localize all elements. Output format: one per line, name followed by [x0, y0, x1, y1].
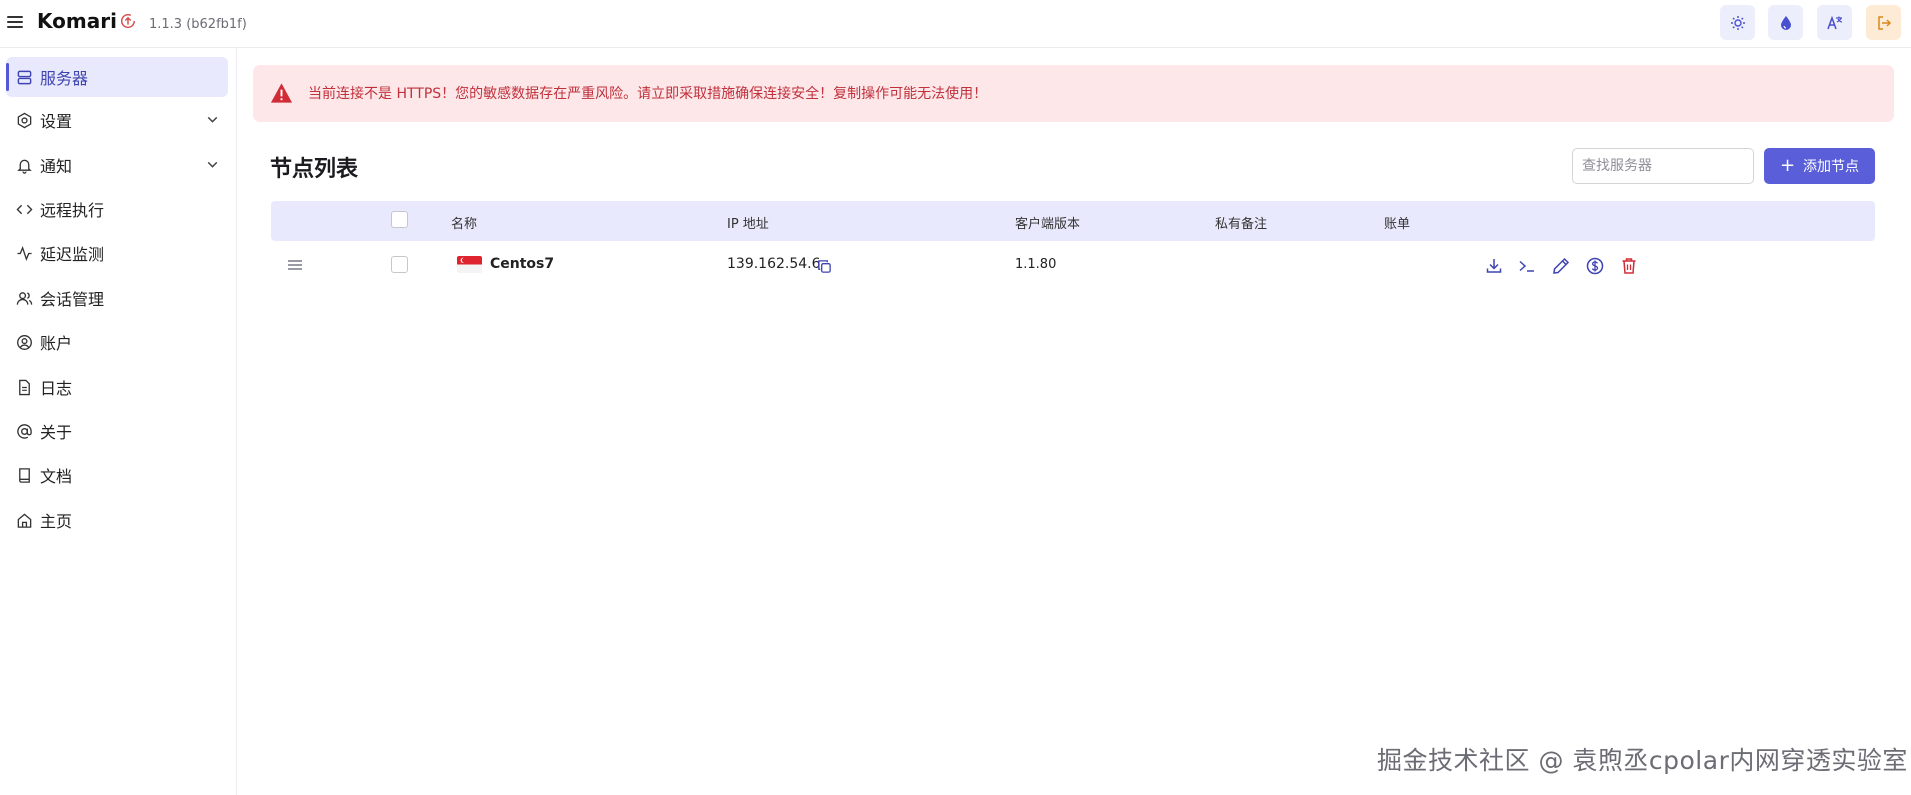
node-name[interactable]: Centos7 [490, 256, 554, 272]
users-icon [16, 291, 33, 305]
drag-handle-icon[interactable] [288, 260, 302, 272]
sidebar-item-latency[interactable]: 延迟监测 [6, 233, 228, 273]
book-icon [19, 467, 30, 483]
sidebar-item-account[interactable]: 账户 [6, 322, 228, 362]
color-drop-icon [1780, 15, 1791, 30]
download-icon[interactable] [1484, 256, 1504, 276]
column-ip: IP 地址 [727, 217, 769, 232]
logout-button[interactable] [1866, 5, 1901, 40]
server-icon [17, 70, 32, 84]
activity-icon [17, 245, 32, 261]
at-icon [17, 423, 32, 439]
row-checkbox[interactable] [391, 256, 408, 273]
sidebar-item-label: 主页 [40, 512, 73, 531]
bell-icon [17, 159, 32, 174]
sidebar-item-home[interactable]: 主页 [6, 500, 228, 540]
table-header: 名称 IP 地址 客户端版本 私有备注 账单 [271, 201, 1875, 241]
node-ip: 139.162.54.6 [727, 256, 821, 272]
theme-toggle-button[interactable] [1720, 5, 1755, 40]
table-row: Centos7 139.162.54.6 1.1.80 [271, 245, 1875, 285]
warning-icon [270, 83, 293, 103]
column-client-version: 客户端版本 [1015, 217, 1081, 232]
translate-icon [1826, 15, 1842, 29]
sidebar: 服务器 设置 通知 远程执行 延迟监测 会话管理 账户 日志 关于 文档 主页 [0, 48, 237, 795]
code-icon [16, 204, 33, 214]
menu-icon[interactable] [6, 13, 24, 31]
sidebar-item-label: 日志 [40, 379, 73, 398]
sidebar-item-label: 服务器 [40, 69, 89, 88]
file-icon [19, 379, 30, 395]
sidebar-item-label: 远程执行 [40, 201, 105, 220]
sidebar-item-notifications[interactable]: 通知 [6, 145, 228, 185]
sidebar-item-label: 关于 [40, 423, 73, 442]
column-billing: 账单 [1384, 217, 1411, 232]
select-all-checkbox[interactable] [391, 211, 408, 228]
node-client-version: 1.1.80 [1015, 257, 1057, 272]
sun-icon [1730, 15, 1745, 30]
sidebar-item-label: 通知 [40, 157, 73, 176]
page-title: 节点列表 [270, 157, 359, 182]
delete-icon[interactable] [1619, 256, 1639, 276]
user-circle-icon [17, 334, 32, 350]
logout-icon [1877, 15, 1891, 30]
add-node-button[interactable]: + 添加节点 [1764, 148, 1875, 184]
sidebar-item-servers[interactable]: 服务器 [6, 57, 228, 97]
app-version: 1.1.3 (b62fb1f) [149, 17, 247, 32]
sidebar-item-docs[interactable]: 文档 [6, 455, 228, 495]
sidebar-item-label: 会话管理 [40, 290, 105, 309]
color-scheme-button[interactable] [1768, 5, 1803, 40]
alert-message: 当前连接不是 HTTPS！您的敏感数据存在严重风险。请立即采取措施确保连接安全！… [308, 86, 988, 102]
chevron-down-icon [207, 116, 218, 123]
terminal-icon[interactable] [1517, 256, 1537, 276]
sidebar-item-label: 账户 [40, 334, 73, 353]
update-icon[interactable] [119, 12, 137, 30]
language-button[interactable] [1817, 5, 1852, 40]
watermark: 掘金技术社区 @ 袁煦丞cpolar内网穿透实验室 [1377, 746, 1908, 775]
singapore-flag [457, 256, 482, 273]
copy-icon[interactable] [817, 259, 832, 274]
column-private-note: 私有备注 [1215, 217, 1268, 232]
sidebar-item-sessions[interactable]: 会话管理 [6, 278, 228, 318]
billing-icon[interactable] [1585, 256, 1605, 276]
sidebar-item-logs[interactable]: 日志 [6, 367, 228, 407]
app-brand: Komari [37, 9, 117, 33]
edit-icon[interactable] [1551, 256, 1571, 276]
sidebar-item-settings[interactable]: 设置 [6, 100, 228, 140]
sidebar-item-label: 设置 [40, 112, 73, 131]
top-bar: Komari 1.1.3 (b62fb1f) [0, 0, 1911, 48]
chevron-down-icon [207, 161, 218, 168]
plus-icon: + [1779, 155, 1796, 176]
settings-icon [17, 112, 32, 128]
search-input[interactable] [1572, 148, 1754, 184]
https-warning-alert: 当前连接不是 HTTPS！您的敏感数据存在严重风险。请立即采取措施确保连接安全！… [253, 65, 1894, 122]
sidebar-item-label: 延迟监测 [40, 245, 105, 264]
column-name: 名称 [451, 217, 478, 232]
sidebar-item-label: 文档 [40, 467, 73, 486]
sidebar-item-about[interactable]: 关于 [6, 411, 228, 451]
add-node-label: 添加节点 [1803, 159, 1860, 175]
home-icon [17, 512, 32, 528]
sidebar-item-remote-exec[interactable]: 远程执行 [6, 189, 228, 229]
